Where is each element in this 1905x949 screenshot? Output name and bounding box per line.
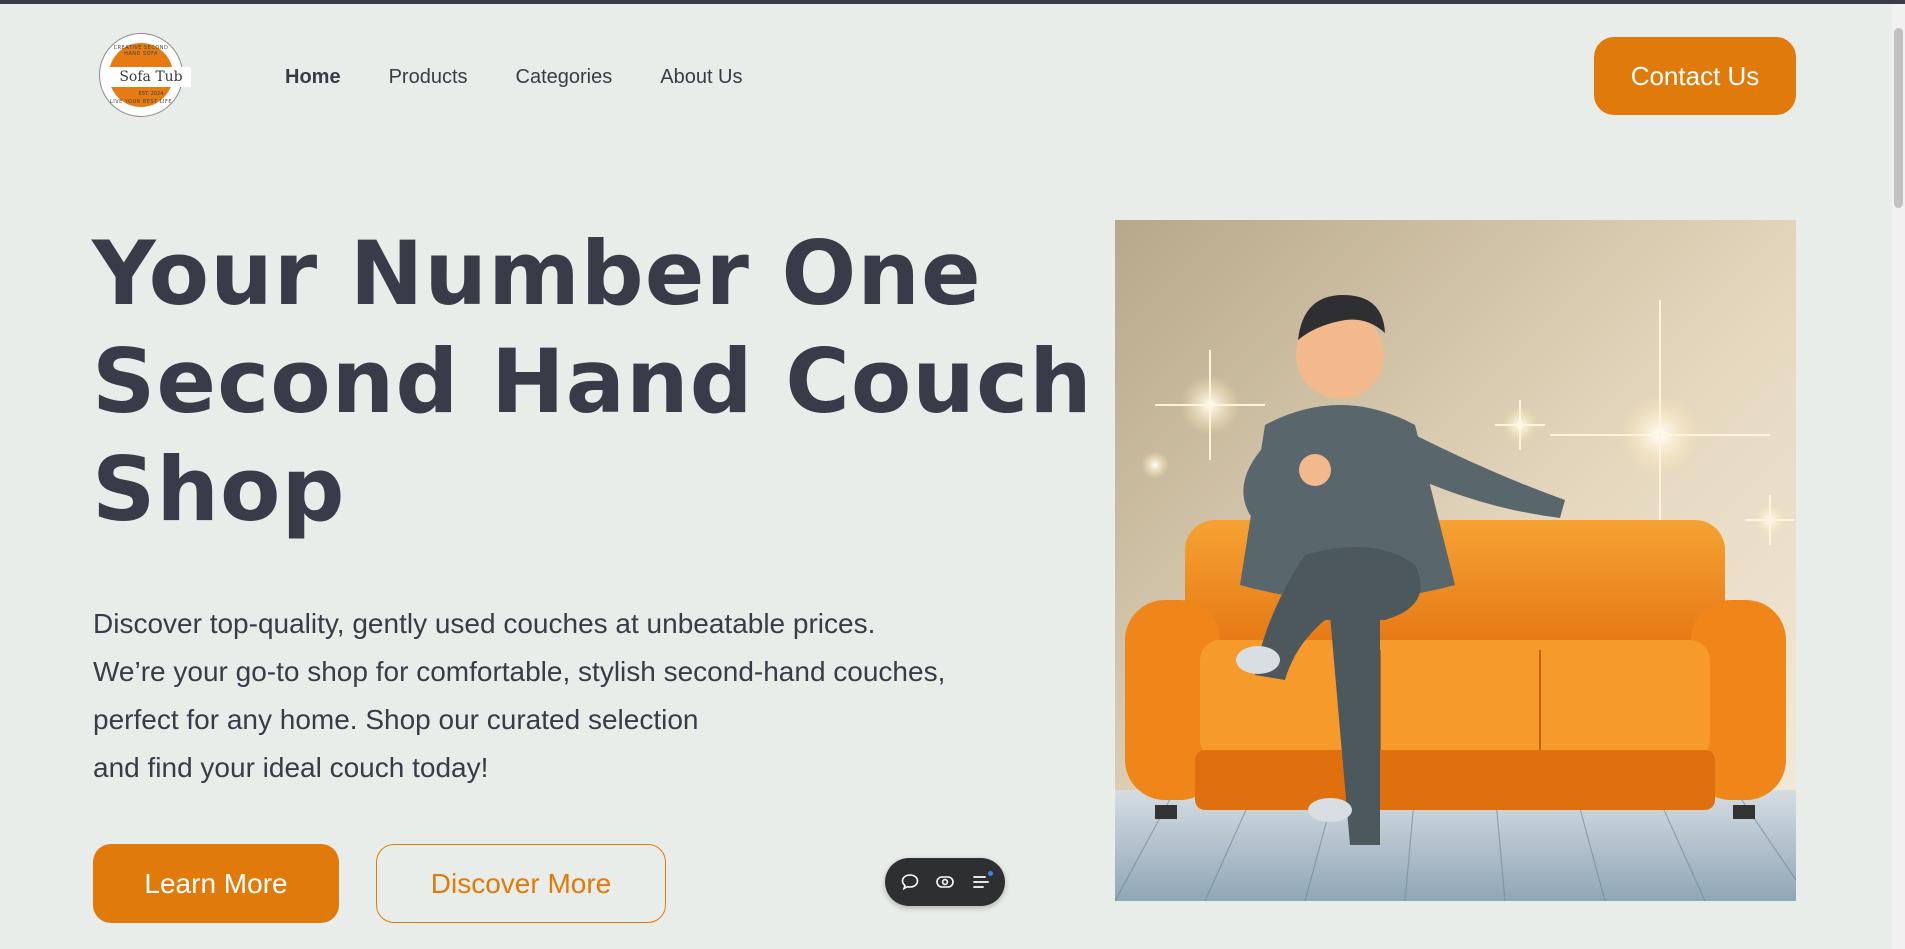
hero-description-line: and find your ideal couch today! xyxy=(93,752,489,783)
window-top-border xyxy=(0,0,1905,4)
hero-title: Your Number One Second Hand Couch Shop xyxy=(92,220,1093,544)
contact-us-button[interactable]: Contact Us xyxy=(1594,37,1796,115)
hero-title-line: Second Hand Couch xyxy=(92,330,1093,433)
notification-dot xyxy=(987,871,993,876)
scrollbar-thumb[interactable] xyxy=(1894,28,1903,208)
logo-ring-bottom-text: LIVE YOUR BEST LIFE xyxy=(109,99,173,105)
hero-title-line: Shop xyxy=(92,438,346,541)
logo-established: EST. 2024 xyxy=(138,91,164,97)
eye-icon[interactable] xyxy=(934,871,956,893)
logo-name: Sofa Tub xyxy=(119,69,183,85)
main-nav: Home Products Categories About Us xyxy=(285,63,791,91)
hero-description: Discover top-quality, gently used couche… xyxy=(93,600,1073,792)
hero-description-line: Discover top-quality, gently used couche… xyxy=(93,608,876,639)
scrollbar[interactable] xyxy=(1892,4,1905,949)
floating-toolbar xyxy=(885,858,1005,906)
discover-more-button[interactable]: Discover More xyxy=(376,844,666,923)
nav-categories[interactable]: Categories xyxy=(516,63,613,91)
hero-image xyxy=(1115,220,1796,901)
nav-home[interactable]: Home xyxy=(285,63,341,91)
logo-ring-top-text: CREATIVE SECOND HAND SOFA xyxy=(113,45,169,57)
hero-description-line: perfect for any home. Shop our curated s… xyxy=(93,704,699,735)
nav-about-us[interactable]: About Us xyxy=(660,63,742,91)
menu-icon[interactable] xyxy=(970,871,993,893)
brand-logo[interactable]: CREATIVE SECOND HAND SOFA Sofa Tub EST. … xyxy=(99,33,191,117)
learn-more-button[interactable]: Learn More xyxy=(93,844,339,923)
hero-title-line: Your Number One xyxy=(92,222,982,325)
hero-description-line: We’re your go-to shop for comfortable, s… xyxy=(93,656,946,687)
comment-icon[interactable] xyxy=(899,871,921,893)
logo-badge: CREATIVE SECOND HAND SOFA Sofa Tub EST. … xyxy=(107,41,191,109)
nav-products[interactable]: Products xyxy=(389,63,468,91)
